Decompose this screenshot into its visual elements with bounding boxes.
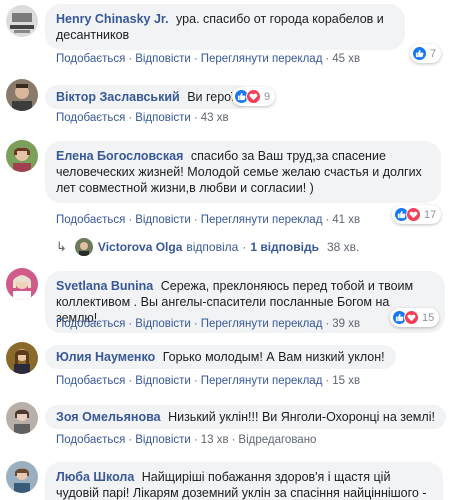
- avatar[interactable]: [6, 79, 38, 111]
- translate-link[interactable]: Переглянути переклад: [201, 214, 323, 226]
- separator: ·: [128, 214, 133, 226]
- separator: ·: [231, 434, 236, 446]
- comment-text: Горько молодым! А Вам низкий уклон!: [162, 350, 385, 364]
- love-reaction-icon: [246, 89, 261, 104]
- reply-link[interactable]: Відповісти: [135, 112, 191, 124]
- comment-actions: Подобається · Відповісти · Переглянути перек…: [56, 53, 360, 65]
- reply-link[interactable]: Відповісти: [135, 214, 191, 226]
- comment-actions: Подобається · Відповісти · 13 хв · Відредагова…: [56, 434, 316, 446]
- comment-time[interactable]: 15 хв: [332, 375, 360, 387]
- comment-author[interactable]: Віктор Заславський: [56, 90, 180, 104]
- comment-bubble: Люба Школа Найщиріші побажання здоров'я …: [45, 462, 443, 500]
- separator: ·: [128, 375, 133, 387]
- separator: ·: [325, 375, 330, 387]
- reactions-badge[interactable]: 17: [392, 205, 442, 224]
- comment-bubble: Віктор Заславський Ви герої!: [45, 85, 250, 109]
- reactions-badge[interactable]: 7: [410, 44, 442, 63]
- comment-actions: Подобається · Відповісти · Переглянути перек…: [56, 214, 360, 226]
- like-link[interactable]: Подобається: [56, 112, 125, 124]
- reply-link[interactable]: Відповісти: [135, 318, 191, 330]
- reactions-count: 9: [264, 90, 271, 103]
- separator: ·: [193, 112, 198, 124]
- translate-link[interactable]: Переглянути переклад: [201, 318, 323, 330]
- avatar[interactable]: [6, 268, 38, 300]
- comment-actions: Подобається · Відповісти · 43 хв: [56, 112, 229, 124]
- reactions-count: 17: [424, 208, 437, 221]
- translate-link[interactable]: Переглянути переклад: [201, 53, 323, 65]
- comment-text: Низький уклін!!! Ви Янголи-Охоронці на з…: [168, 410, 435, 424]
- reply-link[interactable]: Відповісти: [135, 434, 191, 446]
- separator: ·: [242, 240, 247, 254]
- reactions-count: 7: [430, 47, 437, 60]
- comment-author[interactable]: Юлия Науменко: [56, 350, 155, 364]
- love-reaction-icon: [404, 310, 419, 325]
- separator: ·: [128, 53, 133, 65]
- separator: ·: [128, 112, 133, 124]
- comment-author[interactable]: Henry Chinasky Jr.: [56, 12, 169, 26]
- comment-time[interactable]: 45 хв: [332, 53, 360, 65]
- comment-text: Ви герої!: [187, 90, 239, 104]
- separator: ·: [325, 318, 330, 330]
- comment-bubble: Henry Chinasky Jr. ура. спасибо от город…: [45, 4, 405, 50]
- view-replies[interactable]: ↳ Victorova Olga відповіла · 1 відповідь…: [56, 238, 359, 256]
- avatar[interactable]: [6, 342, 38, 374]
- comment-time[interactable]: 13 хв: [201, 434, 229, 446]
- separator: ·: [128, 434, 133, 446]
- reactions-count: 15: [422, 311, 435, 324]
- edited-label[interactable]: Відредаговано: [238, 434, 316, 446]
- comment-actions: Подобається · Відповісти · Переглянути перек…: [56, 318, 360, 330]
- separator: ·: [193, 318, 198, 330]
- comment-actions: Подобається · Відповісти · Переглянути перек…: [56, 375, 360, 387]
- separator: ·: [325, 53, 330, 65]
- avatar[interactable]: [6, 461, 38, 493]
- translate-link[interactable]: Переглянути переклад: [201, 375, 323, 387]
- reply-time: 38 хв.: [326, 240, 360, 254]
- reply-arrow-icon: ↳: [56, 239, 67, 254]
- like-link[interactable]: Подобається: [56, 214, 125, 226]
- reply-verb[interactable]: відповіла: [186, 240, 238, 254]
- avatar[interactable]: [6, 402, 38, 434]
- like-reaction-icon: [412, 46, 427, 61]
- comment-bubble: Елена Богословская спасибо за Ваш труд,з…: [45, 141, 441, 203]
- comment-author[interactable]: Svetlana Bunina: [56, 279, 153, 293]
- love-reaction-icon: [406, 207, 421, 222]
- reactions-badge[interactable]: 15: [390, 308, 440, 327]
- reply-link[interactable]: Відповісти: [135, 53, 191, 65]
- like-link[interactable]: Подобається: [56, 434, 125, 446]
- avatar[interactable]: [6, 140, 38, 172]
- separator: ·: [193, 53, 198, 65]
- comment-bubble: Юлия Науменко Горько молодым! А Вам низк…: [45, 345, 396, 369]
- separator: ·: [193, 434, 198, 446]
- separator: ·: [128, 318, 133, 330]
- like-link[interactable]: Подобається: [56, 318, 125, 330]
- separator: ·: [325, 214, 330, 226]
- like-link[interactable]: Подобається: [56, 375, 125, 387]
- comment-time[interactable]: 43 хв: [201, 112, 229, 124]
- separator: ·: [193, 214, 198, 226]
- avatar[interactable]: [6, 5, 38, 37]
- reactions-badge[interactable]: 9: [232, 87, 276, 106]
- comment-time[interactable]: 41 хв: [332, 214, 360, 226]
- reply-author[interactable]: Victorova Olga: [98, 240, 182, 254]
- comment-author[interactable]: Зоя Омельянова: [56, 410, 161, 424]
- reply-count[interactable]: 1 відповідь: [250, 240, 319, 254]
- comment-author[interactable]: Елена Богословская: [56, 149, 183, 163]
- avatar: [74, 238, 93, 256]
- separator: ·: [193, 375, 198, 387]
- like-link[interactable]: Подобається: [56, 53, 125, 65]
- comment-author[interactable]: Люба Школа: [56, 470, 134, 484]
- comment-bubble: Зоя Омельянова Низький уклін!!! Ви Янгол…: [45, 405, 446, 429]
- comment-time[interactable]: 39 хв: [332, 318, 360, 330]
- reply-link[interactable]: Відповісти: [135, 375, 191, 387]
